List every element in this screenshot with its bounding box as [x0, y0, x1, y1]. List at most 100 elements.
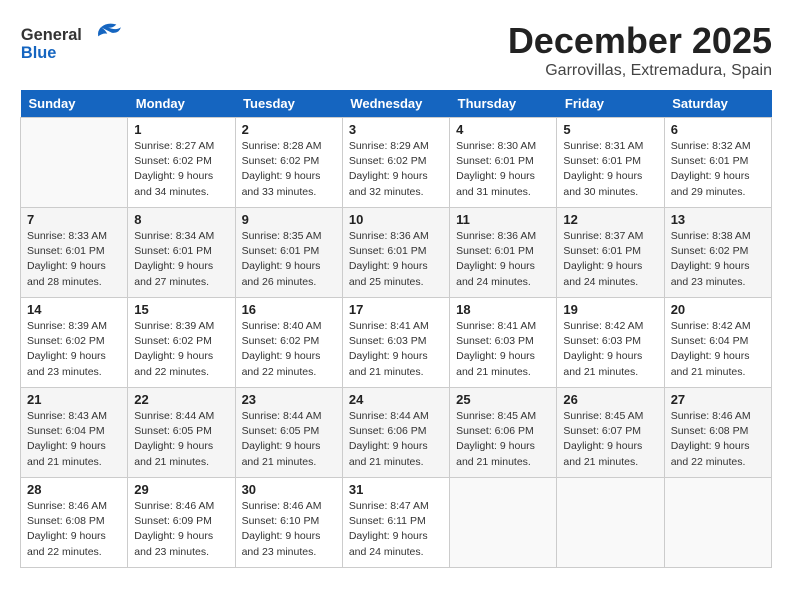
day-number: 29: [134, 482, 228, 497]
calendar-cell: 3 Sunrise: 8:29 AM Sunset: 6:02 PM Daylig…: [342, 118, 449, 208]
day-header-friday: Friday: [557, 90, 664, 118]
day-number: 22: [134, 392, 228, 407]
calendar-header-row: SundayMondayTuesdayWednesdayThursdayFrid…: [21, 90, 772, 118]
day-number: 1: [134, 122, 228, 137]
day-number: 7: [27, 212, 121, 227]
day-info: Sunrise: 8:46 AM Sunset: 6:09 PM Dayligh…: [134, 499, 228, 560]
day-number: 21: [27, 392, 121, 407]
day-number: 12: [563, 212, 657, 227]
day-number: 19: [563, 302, 657, 317]
title-block: December 2025 Garrovillas, Extremadura, …: [508, 20, 772, 80]
day-info: Sunrise: 8:43 AM Sunset: 6:04 PM Dayligh…: [27, 409, 121, 470]
day-number: 3: [349, 122, 443, 137]
calendar-cell: 25 Sunrise: 8:45 AM Sunset: 6:06 PM Dayli…: [450, 388, 557, 478]
day-info: Sunrise: 8:32 AM Sunset: 6:01 PM Dayligh…: [671, 139, 765, 200]
day-info: Sunrise: 8:39 AM Sunset: 6:02 PM Dayligh…: [134, 319, 228, 380]
calendar-cell: 22 Sunrise: 8:44 AM Sunset: 6:05 PM Dayli…: [128, 388, 235, 478]
day-info: Sunrise: 8:36 AM Sunset: 6:01 PM Dayligh…: [456, 229, 550, 290]
calendar-cell: [557, 478, 664, 568]
day-info: Sunrise: 8:31 AM Sunset: 6:01 PM Dayligh…: [563, 139, 657, 200]
day-number: 6: [671, 122, 765, 137]
day-number: 14: [27, 302, 121, 317]
svg-text:General: General: [21, 26, 82, 44]
calendar-cell: 13Sunrise: 8:38 AM Sunset: 6:02 PM Dayli…: [664, 208, 771, 298]
day-number: 18: [456, 302, 550, 317]
calendar-cell: 26 Sunrise: 8:45 AM Sunset: 6:07 PM Dayli…: [557, 388, 664, 478]
day-info: Sunrise: 8:45 AM Sunset: 6:06 PM Dayligh…: [456, 409, 550, 470]
day-info: Sunrise: 8:28 AM Sunset: 6:02 PM Dayligh…: [242, 139, 336, 200]
day-number: 16: [242, 302, 336, 317]
day-number: 26: [563, 392, 657, 407]
day-info: Sunrise: 8:46 AM Sunset: 6:10 PM Dayligh…: [242, 499, 336, 560]
day-header-saturday: Saturday: [664, 90, 771, 118]
calendar-cell: 8Sunrise: 8:34 AM Sunset: 6:01 PM Daylig…: [128, 208, 235, 298]
calendar-cell: 16Sunrise: 8:40 AM Sunset: 6:02 PM Dayli…: [235, 298, 342, 388]
calendar-cell: 7Sunrise: 8:33 AM Sunset: 6:01 PM Daylig…: [21, 208, 128, 298]
calendar-cell: 11 Sunrise: 8:36 AM Sunset: 6:01 PM Dayli…: [450, 208, 557, 298]
day-number: 20: [671, 302, 765, 317]
day-info: Sunrise: 8:44 AM Sunset: 6:06 PM Dayligh…: [349, 409, 443, 470]
page-header: General Blue December 2025 Garrovillas, …: [20, 20, 772, 80]
day-header-monday: Monday: [128, 90, 235, 118]
day-number: 27: [671, 392, 765, 407]
calendar-cell: 2 Sunrise: 8:28 AM Sunset: 6:02 PM Daylig…: [235, 118, 342, 208]
calendar-cell: 12 Sunrise: 8:37 AM Sunset: 6:01 PM Dayli…: [557, 208, 664, 298]
calendar-cell: 19 Sunrise: 8:42 AM Sunset: 6:03 PM Dayli…: [557, 298, 664, 388]
calendar-cell: 6 Sunrise: 8:32 AM Sunset: 6:01 PM Daylig…: [664, 118, 771, 208]
calendar-cell: 17 Sunrise: 8:41 AM Sunset: 6:03 PM Dayli…: [342, 298, 449, 388]
calendar-cell: [664, 478, 771, 568]
logo: General Blue: [20, 20, 140, 70]
day-header-sunday: Sunday: [21, 90, 128, 118]
day-info: Sunrise: 8:35 AM Sunset: 6:01 PM Dayligh…: [242, 229, 336, 290]
day-header-tuesday: Tuesday: [235, 90, 342, 118]
day-info: Sunrise: 8:47 AM Sunset: 6:11 PM Dayligh…: [349, 499, 443, 560]
calendar-cell: 21 Sunrise: 8:43 AM Sunset: 6:04 PM Dayli…: [21, 388, 128, 478]
calendar-cell: 10Sunrise: 8:36 AM Sunset: 6:01 PM Dayli…: [342, 208, 449, 298]
calendar-cell: 4Sunrise: 8:30 AM Sunset: 6:01 PM Daylig…: [450, 118, 557, 208]
calendar-cell: 20Sunrise: 8:42 AM Sunset: 6:04 PM Dayli…: [664, 298, 771, 388]
calendar-cell: 28Sunrise: 8:46 AM Sunset: 6:08 PM Dayli…: [21, 478, 128, 568]
day-number: 30: [242, 482, 336, 497]
day-info: Sunrise: 8:45 AM Sunset: 6:07 PM Dayligh…: [563, 409, 657, 470]
calendar-cell: 14 Sunrise: 8:39 AM Sunset: 6:02 PM Dayli…: [21, 298, 128, 388]
calendar-cell: 15 Sunrise: 8:39 AM Sunset: 6:02 PM Dayli…: [128, 298, 235, 388]
week-row-4: 21 Sunrise: 8:43 AM Sunset: 6:04 PM Dayli…: [21, 388, 772, 478]
week-row-2: 7Sunrise: 8:33 AM Sunset: 6:01 PM Daylig…: [21, 208, 772, 298]
calendar-cell: 24Sunrise: 8:44 AM Sunset: 6:06 PM Dayli…: [342, 388, 449, 478]
day-number: 25: [456, 392, 550, 407]
calendar-cell: 5 Sunrise: 8:31 AM Sunset: 6:01 PM Daylig…: [557, 118, 664, 208]
day-header-thursday: Thursday: [450, 90, 557, 118]
day-number: 8: [134, 212, 228, 227]
day-number: 2: [242, 122, 336, 137]
calendar-cell: 30 Sunrise: 8:46 AM Sunset: 6:10 PM Dayli…: [235, 478, 342, 568]
calendar-cell: 1Sunrise: 8:27 AM Sunset: 6:02 PM Daylig…: [128, 118, 235, 208]
day-info: Sunrise: 8:46 AM Sunset: 6:08 PM Dayligh…: [671, 409, 765, 470]
day-info: Sunrise: 8:36 AM Sunset: 6:01 PM Dayligh…: [349, 229, 443, 290]
day-info: Sunrise: 8:30 AM Sunset: 6:01 PM Dayligh…: [456, 139, 550, 200]
calendar-cell: 9 Sunrise: 8:35 AM Sunset: 6:01 PM Daylig…: [235, 208, 342, 298]
calendar-cell: 18Sunrise: 8:41 AM Sunset: 6:03 PM Dayli…: [450, 298, 557, 388]
day-info: Sunrise: 8:42 AM Sunset: 6:03 PM Dayligh…: [563, 319, 657, 380]
day-number: 5: [563, 122, 657, 137]
svg-text:Blue: Blue: [21, 44, 56, 62]
day-number: 28: [27, 482, 121, 497]
calendar-cell: 29 Sunrise: 8:46 AM Sunset: 6:09 PM Dayli…: [128, 478, 235, 568]
day-header-wednesday: Wednesday: [342, 90, 449, 118]
week-row-5: 28Sunrise: 8:46 AM Sunset: 6:08 PM Dayli…: [21, 478, 772, 568]
day-info: Sunrise: 8:41 AM Sunset: 6:03 PM Dayligh…: [349, 319, 443, 380]
day-number: 17: [349, 302, 443, 317]
day-number: 15: [134, 302, 228, 317]
day-info: Sunrise: 8:44 AM Sunset: 6:05 PM Dayligh…: [134, 409, 228, 470]
day-number: 11: [456, 212, 550, 227]
day-number: 9: [242, 212, 336, 227]
calendar-cell: 27 Sunrise: 8:46 AM Sunset: 6:08 PM Dayli…: [664, 388, 771, 478]
day-info: Sunrise: 8:44 AM Sunset: 6:05 PM Dayligh…: [242, 409, 336, 470]
week-row-1: 1Sunrise: 8:27 AM Sunset: 6:02 PM Daylig…: [21, 118, 772, 208]
day-info: Sunrise: 8:39 AM Sunset: 6:02 PM Dayligh…: [27, 319, 121, 380]
location: Garrovillas, Extremadura, Spain: [508, 62, 772, 80]
day-number: 31: [349, 482, 443, 497]
day-info: Sunrise: 8:37 AM Sunset: 6:01 PM Dayligh…: [563, 229, 657, 290]
day-info: Sunrise: 8:29 AM Sunset: 6:02 PM Dayligh…: [349, 139, 443, 200]
calendar-cell: [450, 478, 557, 568]
day-number: 13: [671, 212, 765, 227]
